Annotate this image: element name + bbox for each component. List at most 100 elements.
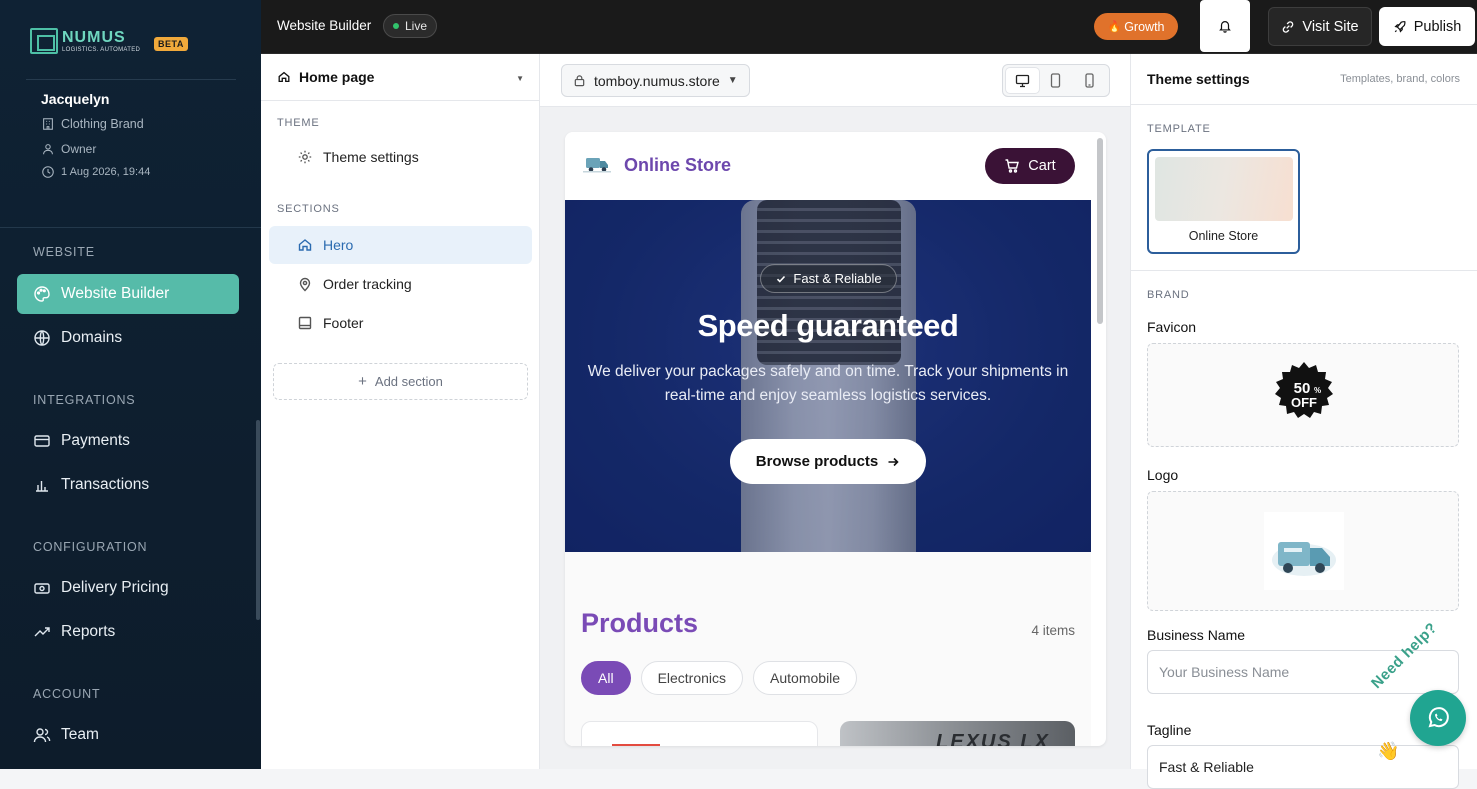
divider <box>1131 270 1477 271</box>
home-icon <box>298 239 312 251</box>
gear-icon <box>298 150 312 164</box>
clock-icon <box>42 166 54 178</box>
nav-label: Payments <box>61 432 130 449</box>
map-pin-icon <box>299 277 311 292</box>
mobile-view-button[interactable] <box>1073 68 1106 93</box>
page-selector[interactable]: Home page ▼ <box>261 54 540 101</box>
browse-products-label: Browse products <box>755 453 879 470</box>
section-item-footer[interactable]: Footer <box>269 304 532 342</box>
nav-domains[interactable]: Domains <box>17 318 239 358</box>
store-name[interactable]: Online Store <box>624 155 731 176</box>
tagline-input[interactable]: Fast & Reliable <box>1147 745 1459 789</box>
status-label: Live <box>405 19 428 33</box>
domain-label: tomboy.numus.store <box>594 72 720 89</box>
fire-icon: 🔥 <box>1107 21 1122 33</box>
account-name: Jacquelyn <box>41 91 110 107</box>
filter-chip-electronics[interactable]: Electronics <box>640 661 744 695</box>
hero-section[interactable]: Fast & Reliable Speed guaranteed We deli… <box>565 200 1091 552</box>
tablet-view-button[interactable] <box>1039 68 1072 93</box>
add-section-label: Add section <box>374 374 443 389</box>
discount-badge-off: OFF <box>1291 395 1317 410</box>
sidebar: NUMUS LOGISTICS. AUTOMATED BETA Jacquely… <box>0 0 261 769</box>
delivery-truck-illustration-icon <box>1272 542 1336 576</box>
hero-title: Speed guaranteed <box>697 308 959 343</box>
theme-settings-item[interactable]: Theme settings <box>269 138 532 176</box>
logo-upload[interactable] <box>1147 491 1459 611</box>
nav-reports[interactable]: Reports <box>17 612 239 652</box>
visit-site-button[interactable]: Visit Site <box>1268 7 1372 46</box>
nav-payments[interactable]: Payments <box>17 421 239 461</box>
nav-website-builder[interactable]: Website Builder <box>17 274 239 314</box>
bell-icon <box>1219 21 1231 33</box>
section-item-hero[interactable]: Hero <box>269 226 532 264</box>
trend-icon <box>34 627 50 637</box>
store-preview: Online Store Cart Fast & Reliable Speed … <box>565 132 1106 746</box>
brand-logo[interactable]: NUMUS LOGISTICS. AUTOMATED <box>30 28 140 54</box>
publish-button[interactable]: Publish <box>1379 7 1475 46</box>
beta-badge: BETA <box>154 37 188 51</box>
account-date-label: 1 Aug 2026, 19:44 <box>61 166 151 178</box>
favicon-upload[interactable]: 50 % OFF <box>1147 343 1459 447</box>
add-section-button[interactable]: + Add section <box>273 363 528 400</box>
nav-team[interactable]: Team <box>17 715 239 755</box>
products-count: 4 items <box>1031 623 1075 638</box>
notifications-button[interactable] <box>1200 0 1250 52</box>
browse-products-button[interactable]: Browse products <box>730 439 926 484</box>
section-heading-integrations: INTEGRATIONS <box>33 393 136 407</box>
account-role: Owner <box>41 142 96 156</box>
filter-chip-all[interactable]: All <box>581 661 631 695</box>
brand-heading: BRAND <box>1147 289 1190 301</box>
section-heading-configuration: CONFIGURATION <box>33 540 148 554</box>
account-business: Clothing Brand <box>41 117 144 131</box>
products-title: Products <box>581 608 699 638</box>
product-card[interactable]: LEXUS LX <box>840 721 1075 746</box>
home-icon <box>278 71 290 83</box>
cart-button[interactable]: Cart <box>985 148 1075 184</box>
sections-heading: SECTIONS <box>277 203 340 215</box>
chevron-down-icon: ▼ <box>516 74 524 83</box>
credit-card-icon <box>34 435 50 447</box>
whatsapp-help-button[interactable] <box>1410 690 1466 746</box>
preview-scrollbar[interactable] <box>1097 138 1103 324</box>
visit-label: Visit Site <box>1302 18 1359 35</box>
product-image-text: LEXUS LX <box>936 731 1050 746</box>
tagline-label: Tagline <box>1147 722 1192 738</box>
template-heading: TEMPLATE <box>1147 123 1211 135</box>
delivery-truck-logo-icon[interactable] <box>583 154 611 174</box>
template-name: Online Store <box>1188 229 1259 243</box>
lock-icon <box>574 75 585 87</box>
sidebar-scrollbar[interactable] <box>256 420 260 620</box>
logo-image <box>1264 512 1344 590</box>
product-card[interactable] <box>581 721 818 746</box>
device-toggle <box>1002 64 1110 97</box>
section-heading-website: WEBSITE <box>33 245 95 259</box>
account-role-label: Owner <box>61 142 97 156</box>
desktop-view-button[interactable] <box>1006 68 1040 93</box>
nav-label: Website Builder <box>61 285 170 302</box>
domain-select[interactable]: tomboy.numus.store ▼ <box>561 64 750 97</box>
favicon-label: Favicon <box>1147 319 1197 335</box>
filter-chip-automobile[interactable]: Automobile <box>753 661 858 695</box>
chevron-down-icon: ▼ <box>727 75 738 86</box>
building-icon <box>43 118 53 130</box>
section-heading-account: ACCOUNT <box>33 687 101 701</box>
arrow-right-icon <box>888 457 899 466</box>
user-icon <box>43 144 53 155</box>
rocket-icon <box>1394 20 1406 33</box>
plan-badge[interactable]: 🔥 Growth <box>1094 13 1178 40</box>
section-item-order-tracking[interactable]: Order tracking <box>269 265 532 303</box>
nav-label: Domains <box>61 329 123 346</box>
globe-icon <box>34 330 50 346</box>
template-card-online-store[interactable]: Online Store <box>1147 149 1300 254</box>
top-bar: Website Builder Live 🔥 Growth Visit Site… <box>261 0 1477 54</box>
nav-delivery-pricing[interactable]: Delivery Pricing <box>17 568 239 608</box>
sections-panel: Home page ▼ THEME Theme settings SECTION… <box>261 54 540 769</box>
money-icon <box>34 583 50 594</box>
settings-title: Theme settings <box>1147 71 1250 87</box>
nav-transactions[interactable]: Transactions <box>17 465 239 505</box>
nav-label: Reports <box>61 623 116 640</box>
section-label: Footer <box>323 315 364 331</box>
waving-hand-icon: 👋 <box>1377 741 1400 761</box>
theme-settings-label: Theme settings <box>323 149 419 165</box>
desktop-icon <box>1016 74 1030 87</box>
